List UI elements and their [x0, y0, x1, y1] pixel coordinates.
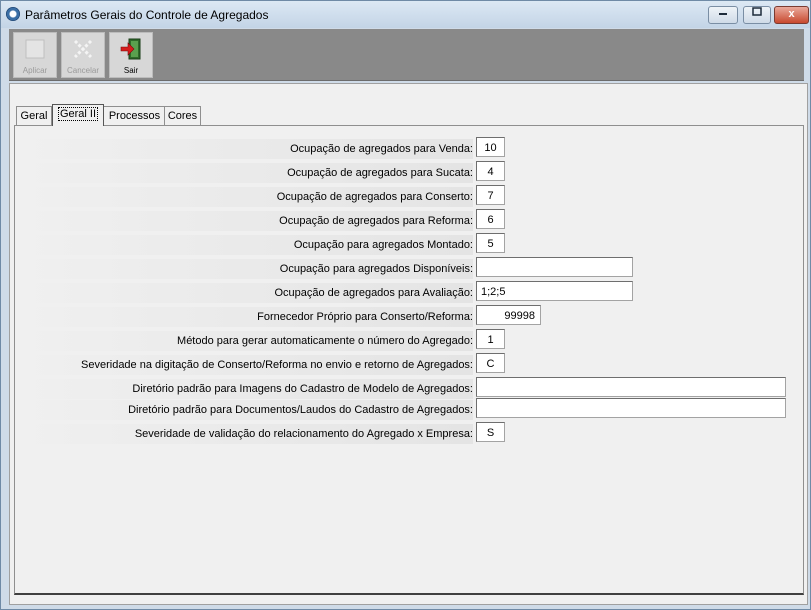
tab-label: Processos — [108, 110, 161, 122]
field-label: Ocupação para agregados Disponíveis: — [15, 259, 473, 279]
field-label: Ocupação de agregados para Avaliação: — [15, 283, 473, 303]
metodo-numero-field[interactable]: 1 — [476, 329, 505, 349]
cancel-label: Cancelar — [66, 66, 99, 75]
diretorio-imagens-field[interactable] — [476, 377, 786, 397]
cancel-icon — [73, 39, 93, 59]
severidade-digitacao-field[interactable]: C — [476, 353, 505, 373]
reforma-field[interactable]: 6 — [476, 209, 505, 229]
apply-icon — [25, 39, 45, 59]
tab-label: Geral II — [57, 107, 99, 121]
montado-field[interactable]: 5 — [476, 233, 505, 253]
cancel-button[interactable]: Cancelar — [61, 32, 105, 78]
apply-label: Aplicar — [22, 66, 48, 75]
field-label: Diretório padrão para Documentos/Laudos … — [15, 400, 473, 420]
field-label: Ocupação de agregados para Conserto: — [15, 187, 473, 207]
field-label: Método para gerar automaticamente o núme… — [15, 331, 473, 351]
exit-button[interactable]: Sair — [109, 32, 153, 78]
window-title: Parâmetros Gerais do Controle de Agregad… — [25, 8, 269, 22]
field-label: Fornecedor Próprio para Conserto/Reforma… — [15, 307, 473, 327]
venda-field[interactable]: 10 — [476, 137, 505, 157]
avaliacao-field[interactable]: 1;2;5 — [476, 281, 633, 301]
field-label: Diretório padrão para Imagens do Cadastr… — [15, 379, 473, 399]
toolbar: Aplicar Cancelar Sair — [9, 29, 804, 81]
severidade-validacao-field[interactable]: S — [476, 422, 505, 442]
maximize-button[interactable] — [743, 6, 771, 24]
apply-button[interactable]: Aplicar — [13, 32, 57, 78]
field-label: Ocupação de agregados para Sucata: — [15, 163, 473, 183]
field-label: Severidade na digitação de Conserto/Refo… — [15, 355, 473, 375]
tab-cores[interactable]: Cores — [164, 106, 201, 125]
fornecedor-field[interactable]: 99998 — [476, 305, 541, 325]
close-button[interactable]: x — [774, 6, 809, 24]
form-area: Ocupação de agregados para Venda: 10 Ocu… — [14, 125, 804, 595]
sucata-field[interactable]: 4 — [476, 161, 505, 181]
disponiveis-field[interactable] — [476, 257, 633, 277]
tab-label: Geral — [20, 110, 48, 122]
field-label: Ocupação para agregados Montado: — [15, 235, 473, 255]
minimize-button[interactable] — [708, 6, 738, 24]
field-label: Ocupação de agregados para Venda: — [15, 139, 473, 159]
exit-door-icon — [120, 38, 141, 60]
tab-geral-ii[interactable]: Geral II — [52, 104, 104, 126]
diretorio-documentos-field[interactable] — [476, 398, 786, 418]
field-label: Ocupação de agregados para Reforma: — [15, 211, 473, 231]
maximize-icon — [752, 7, 762, 16]
field-label: Severidade de validação do relacionament… — [15, 424, 473, 444]
tab-processos[interactable]: Processos — [103, 106, 166, 125]
main-window: Parâmetros Gerais do Controle de Agregad… — [0, 0, 811, 610]
minimize-icon — [719, 13, 727, 15]
close-icon: x — [788, 8, 795, 20]
exit-label: Sair — [123, 66, 139, 75]
tab-geral[interactable]: Geral — [16, 106, 52, 125]
tab-label: Cores — [167, 110, 198, 122]
app-icon — [6, 7, 20, 21]
title-bar[interactable]: Parâmetros Gerais do Controle de Agregad… — [1, 1, 810, 28]
tab-panel: Geral Geral II Processos Cores Ocupação … — [9, 83, 808, 605]
conserto-field[interactable]: 7 — [476, 185, 505, 205]
